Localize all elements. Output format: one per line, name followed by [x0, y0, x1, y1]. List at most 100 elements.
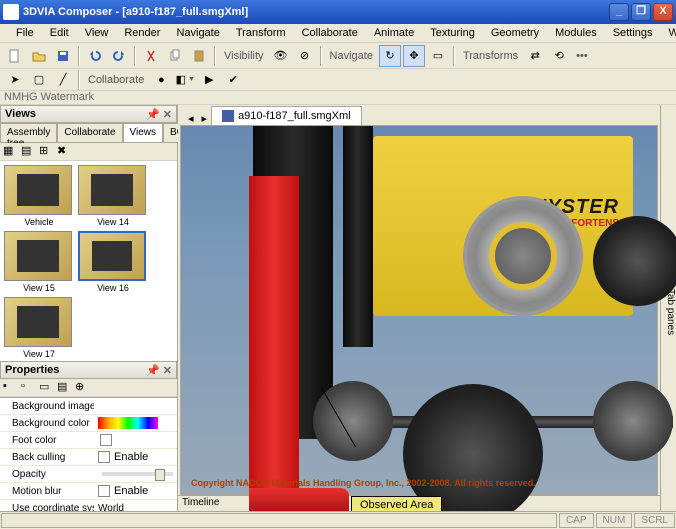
back-culling-check[interactable] — [98, 451, 110, 463]
mast-inner — [343, 126, 373, 347]
line-icon[interactable]: ╱ — [52, 69, 74, 91]
menu-texturing[interactable]: Texturing — [422, 25, 483, 41]
props-tb2[interactable]: ▫ — [20, 379, 36, 395]
menu-transform[interactable]: Transform — [228, 25, 294, 41]
maximize-button[interactable]: ❐ — [631, 3, 651, 21]
thumb-view15[interactable]: View 15 — [4, 231, 74, 293]
secondary-toolbar: ➤ ▢ ╱ Collaborate ● ◧▼ ▶ ✔ — [0, 69, 676, 91]
thumb-view16[interactable]: View 16 — [78, 231, 148, 293]
box-icon[interactable]: ▢ — [28, 69, 50, 91]
observed-area-callout[interactable]: Observed Area — [351, 496, 442, 511]
cube-icon[interactable]: ◧▼ — [174, 69, 196, 91]
props-tb1[interactable]: ▪ — [2, 379, 18, 395]
props-pin-icon[interactable]: 📌 ✕ — [146, 364, 172, 377]
thumb-view17[interactable]: View 17 — [4, 297, 74, 359]
move-icon[interactable]: ⇄ — [524, 45, 546, 67]
views-tb4[interactable]: ✖ — [56, 143, 72, 159]
visibility-label: Visibility — [220, 50, 268, 62]
props-panel-header: Properties 📌 ✕ — [0, 361, 177, 379]
color-gradient[interactable] — [98, 417, 158, 429]
check-icon[interactable]: ✔ — [222, 69, 244, 91]
menu-settings[interactable]: Settings — [605, 25, 661, 41]
new-button[interactable] — [4, 45, 26, 67]
transforms-label: Transforms — [459, 50, 522, 62]
sphere-icon[interactable]: ● — [150, 69, 172, 91]
bearing-hub — [463, 196, 583, 316]
views-panel-header: Views 📌 ✕ — [0, 105, 177, 123]
views-title: Views — [5, 108, 36, 120]
menu-modules[interactable]: Modules — [547, 25, 605, 41]
status-num: NUM — [596, 513, 633, 528]
tab-views[interactable]: Views — [123, 123, 164, 142]
prop-coord-sys: Use coordinate system — [0, 503, 94, 512]
coord-sys-val[interactable]: World — [94, 503, 177, 512]
redo-button[interactable] — [108, 45, 130, 67]
watermark-bar: NMHG Watermark — [0, 91, 676, 105]
menu-window[interactable]: Window — [660, 25, 676, 41]
undo-button[interactable] — [84, 45, 106, 67]
arrow-icon[interactable]: ➤ — [4, 69, 26, 91]
prop-back-culling: Back culling — [0, 452, 94, 463]
navigate-label: Navigate — [326, 50, 377, 62]
copy-button[interactable] — [164, 45, 186, 67]
left-pane: Views 📌 ✕ Assembly tree Collaborate View… — [0, 105, 178, 511]
props-tb4[interactable]: ▤ — [56, 379, 72, 395]
3d-viewport[interactable]: HYSTER FORTENS Observed Area Copyright N… — [180, 125, 658, 495]
status-bar: CAP NUM SCRL — [0, 511, 676, 529]
props-tb3[interactable]: ▭ — [38, 379, 54, 395]
views-tb1[interactable]: ▦ — [2, 143, 18, 159]
tab-assembly-tree[interactable]: Assembly tree — [0, 123, 57, 142]
foot-color-swatch[interactable] — [100, 434, 112, 446]
pin-icon[interactable]: 📌 ✕ — [146, 108, 172, 121]
save-button[interactable] — [52, 45, 74, 67]
props-title: Properties — [5, 364, 59, 376]
fork — [249, 176, 299, 511]
status-cap: CAP — [559, 513, 594, 528]
rotate-icon[interactable]: ⟲ — [548, 45, 570, 67]
menu-edit[interactable]: Edit — [42, 25, 77, 41]
window-title: 3DVIA Composer - [a910-f187_full.smgXml] — [23, 6, 609, 18]
cut-button[interactable] — [140, 45, 162, 67]
front-wheel — [403, 384, 543, 511]
thumb-vehicle[interactable]: Vehicle — [4, 165, 74, 227]
thumb-view14[interactable]: View 14 — [78, 165, 148, 227]
views-tb2[interactable]: ▤ — [20, 143, 36, 159]
tab-collaborate[interactable]: Collaborate — [57, 123, 122, 142]
tab-prev-icon[interactable]: ◂ — [184, 112, 198, 125]
pan-icon[interactable]: ✥ — [403, 45, 425, 67]
copyright-text: Copyright NACCO Materials Handling Group… — [191, 478, 536, 488]
views-tb3[interactable]: ⊞ — [38, 143, 54, 159]
prop-bg-image: Background image path — [0, 401, 94, 412]
close-button[interactable]: X — [653, 3, 673, 21]
props-tb5[interactable]: ⊕ — [74, 379, 90, 395]
prop-opacity: Opacity — [0, 469, 94, 480]
document-tab[interactable]: a910-f187_full.smgXml — [211, 106, 362, 125]
title-bar: 3DVIA Composer - [a910-f187_full.smgXml]… — [0, 0, 676, 24]
minimize-button[interactable]: _ — [609, 3, 629, 21]
left-tabs: Assembly tree Collaborate Views BOM — [0, 123, 177, 143]
opacity-slider[interactable] — [102, 472, 173, 476]
menu-file[interactable]: File — [8, 25, 42, 41]
menu-view[interactable]: View — [77, 25, 117, 41]
open-button[interactable] — [28, 45, 50, 67]
doc-tab-label: a910-f187_full.smgXml — [238, 110, 351, 122]
doc-icon — [222, 110, 234, 122]
menu-bar: File Edit View Render Navigate Transform… — [0, 24, 676, 43]
menu-geometry[interactable]: Geometry — [483, 25, 547, 41]
menu-navigate[interactable]: Navigate — [168, 25, 227, 41]
select-icon[interactable]: ▭ — [427, 45, 449, 67]
right-tab-panes[interactable]: Tab panes — [660, 105, 676, 511]
tab-next-icon[interactable]: ▸ — [198, 112, 212, 125]
menu-render[interactable]: Render — [116, 25, 168, 41]
play-icon[interactable]: ▶ — [198, 69, 220, 91]
extra-label: ••• — [572, 50, 592, 62]
axle-hub-right — [593, 381, 673, 461]
orbit-icon[interactable]: ↻ — [379, 45, 401, 67]
hide-icon[interactable]: ⊘ — [294, 45, 316, 67]
paste-button[interactable] — [188, 45, 210, 67]
show-icon[interactable]: 👁 — [270, 45, 292, 67]
motion-blur-check[interactable] — [98, 485, 110, 497]
menu-animate[interactable]: Animate — [366, 25, 422, 41]
menu-collaborate[interactable]: Collaborate — [294, 25, 366, 41]
status-main — [1, 513, 557, 528]
